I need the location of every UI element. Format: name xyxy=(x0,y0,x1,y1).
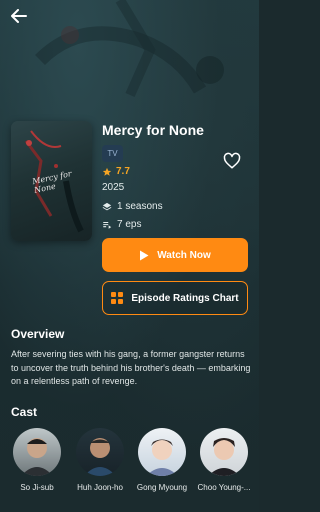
episodes-row: 7 eps xyxy=(102,219,141,230)
cast-member-name: Gong Myoung xyxy=(136,483,188,492)
cast-member[interactable]: Gong Myoung xyxy=(130,428,194,492)
avatar xyxy=(76,428,124,476)
cast-member[interactable]: Huh Joon-ho xyxy=(68,428,132,492)
back-button[interactable] xyxy=(8,6,30,26)
star-icon xyxy=(102,167,112,176)
overview-heading: Overview xyxy=(11,327,65,341)
grid-icon xyxy=(111,292,124,304)
rating: 7.7 xyxy=(102,166,130,177)
arrow-left-icon xyxy=(11,9,27,23)
avatar xyxy=(13,428,61,476)
rating-value: 7.7 xyxy=(116,166,130,177)
type-badge: TV xyxy=(102,145,123,162)
seasons-row: 1 seasons xyxy=(102,201,163,212)
episode-ratings-chart-button[interactable]: Episode Ratings Chart xyxy=(102,281,248,315)
avatar xyxy=(200,428,248,476)
watch-now-button[interactable]: Watch Now xyxy=(102,238,248,272)
show-poster: Mercy for None xyxy=(11,121,92,241)
seasons-text: 1 seasons xyxy=(117,201,163,212)
cast-heading: Cast xyxy=(11,405,38,419)
year-row: 2025 xyxy=(102,182,124,193)
show-title: Mercy for None xyxy=(102,122,204,138)
cast-member-name: Choo Young-... xyxy=(197,483,251,492)
episode-ratings-chart-label: Episode Ratings Chart xyxy=(131,292,239,304)
heart-icon xyxy=(223,152,241,169)
avatar xyxy=(138,428,186,476)
year-text: 2025 xyxy=(102,182,125,193)
hero-backdrop xyxy=(35,0,224,98)
cast-member[interactable]: So Ji-sub xyxy=(5,428,69,492)
overview-text: After severing ties with his gang, a for… xyxy=(11,349,251,386)
playlist-icon xyxy=(103,221,112,229)
play-icon xyxy=(140,250,149,260)
cast-member-name: So Ji-sub xyxy=(20,483,54,492)
episodes-text: 7 eps xyxy=(117,219,142,230)
watch-now-label: Watch Now xyxy=(157,249,211,261)
cast-list: So Ji-sub Huh Joon-ho Gong Myoung Choo Y… xyxy=(0,428,259,498)
cast-member[interactable]: Choo Young-... xyxy=(192,428,256,492)
favorite-button[interactable] xyxy=(223,152,241,170)
layers-icon xyxy=(102,202,112,210)
cast-member-name: Huh Joon-ho xyxy=(77,483,123,492)
